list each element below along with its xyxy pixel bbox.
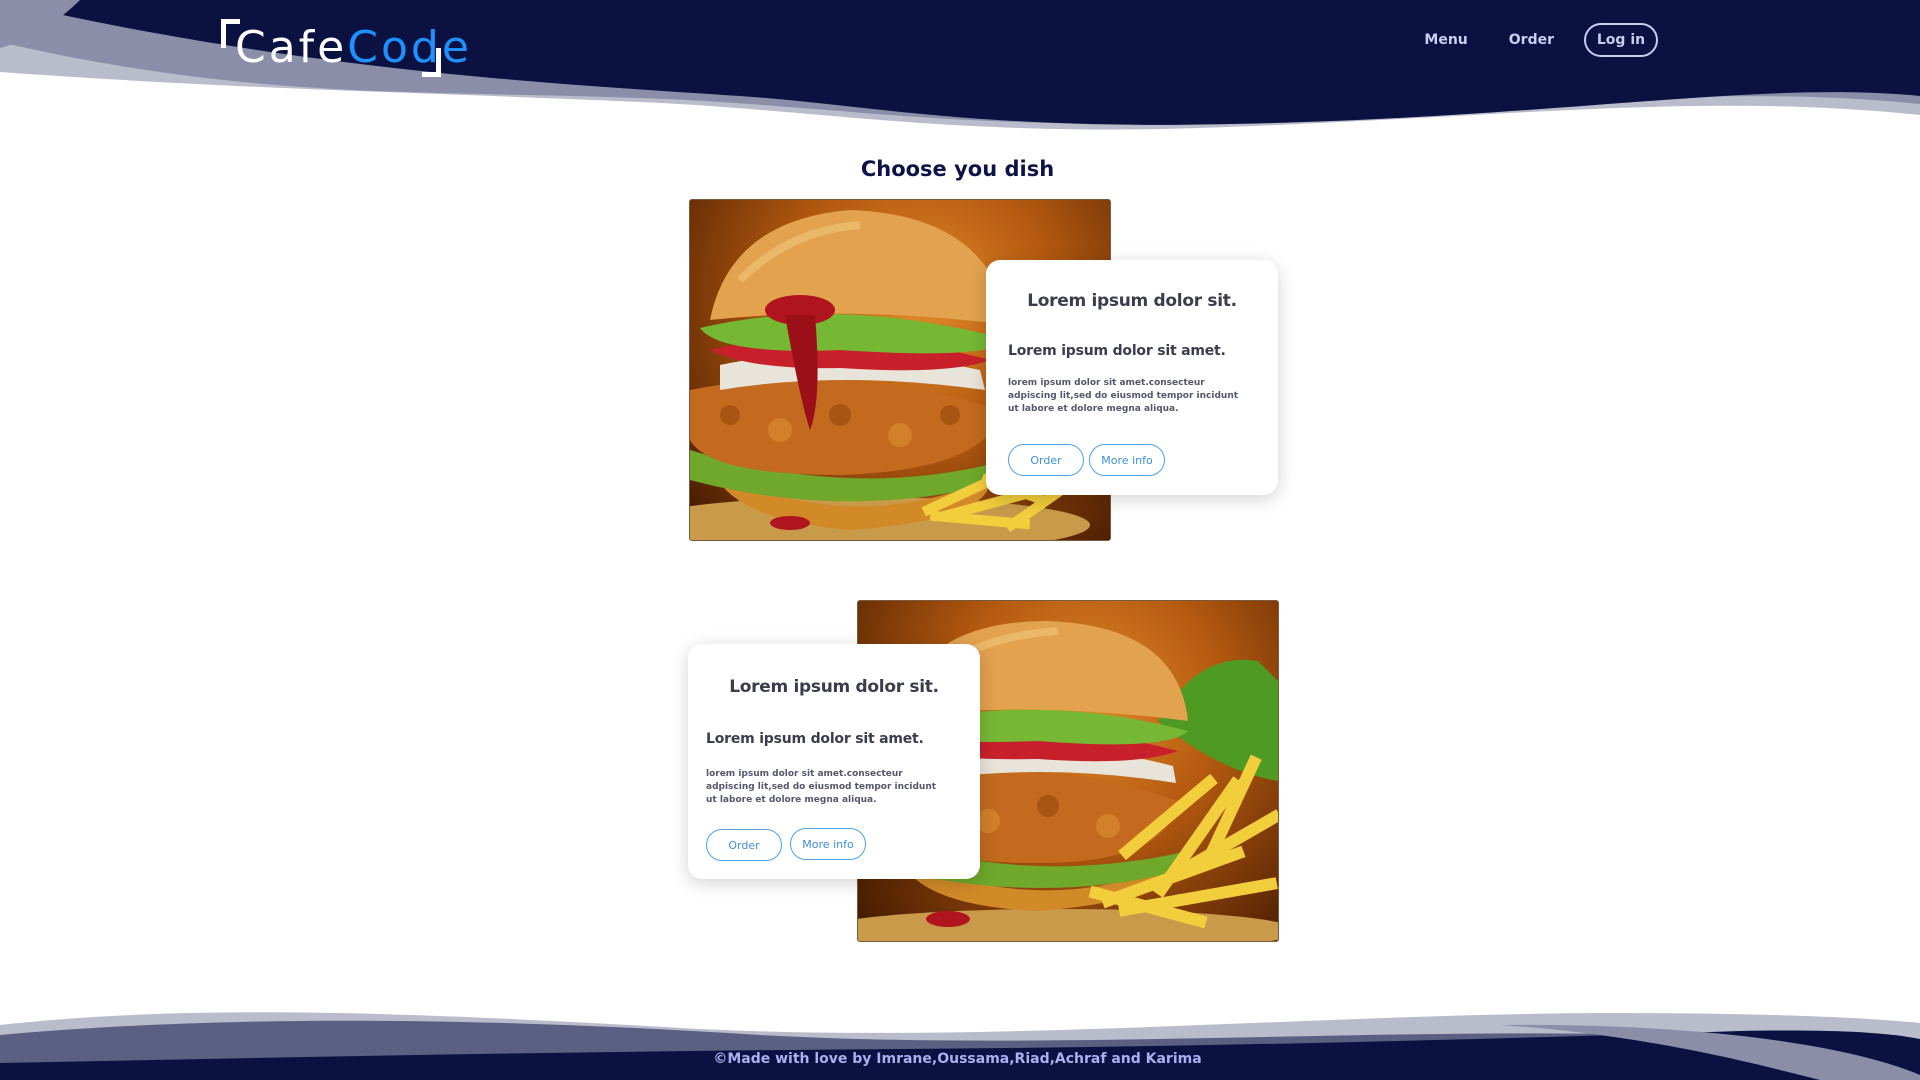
login-button[interactable]: Log in — [1584, 23, 1658, 57]
card-title: Lorem ipsum dolor sit. — [729, 677, 939, 697]
card-title: Lorem ipsum dolor sit. — [1027, 291, 1237, 311]
page-title: Choose you dish — [860, 157, 1055, 181]
nav-link-order[interactable]: Order — [1509, 32, 1554, 48]
cafecode-logo[interactable]: CafeCode — [221, 19, 469, 77]
card-subtitle: Lorem ipsum dolor sit amet. — [1008, 343, 1226, 359]
dish-card-2: Lorem ipsum dolor sit. Lorem ipsum dolor… — [688, 644, 980, 879]
more-info-button[interactable]: More info — [790, 828, 866, 860]
main-nav: Menu Order Log in — [1424, 21, 1658, 59]
logo-text-cafe: Cafe — [235, 22, 348, 73]
logo-bracket-bottom-right — [422, 48, 441, 77]
dish-card-1: Lorem ipsum dolor sit. Lorem ipsum dolor… — [986, 260, 1278, 495]
nav-link-menu[interactable]: Menu — [1424, 32, 1467, 48]
card-subtitle: Lorem ipsum dolor sit amet. — [706, 731, 924, 747]
footer-wave-background — [0, 1012, 1920, 1080]
order-button[interactable]: Order — [1008, 444, 1084, 476]
card-description: lorem ipsum dolor sit amet.consecteur ad… — [706, 769, 937, 805]
more-info-button[interactable]: More info — [1089, 444, 1165, 476]
footer-credits: ©Made with love by Imrane,Oussama,Riad,A… — [713, 1051, 1202, 1067]
header: CafeCode Menu Order Log in — [0, 0, 1920, 130]
order-button[interactable]: Order — [706, 829, 782, 861]
logo-text-code: Code — [347, 22, 472, 73]
footer: ©Made with love by Imrane,Oussama,Riad,A… — [0, 1005, 1920, 1080]
card-description: lorem ipsum dolor sit amet.consecteur ad… — [1008, 378, 1239, 414]
